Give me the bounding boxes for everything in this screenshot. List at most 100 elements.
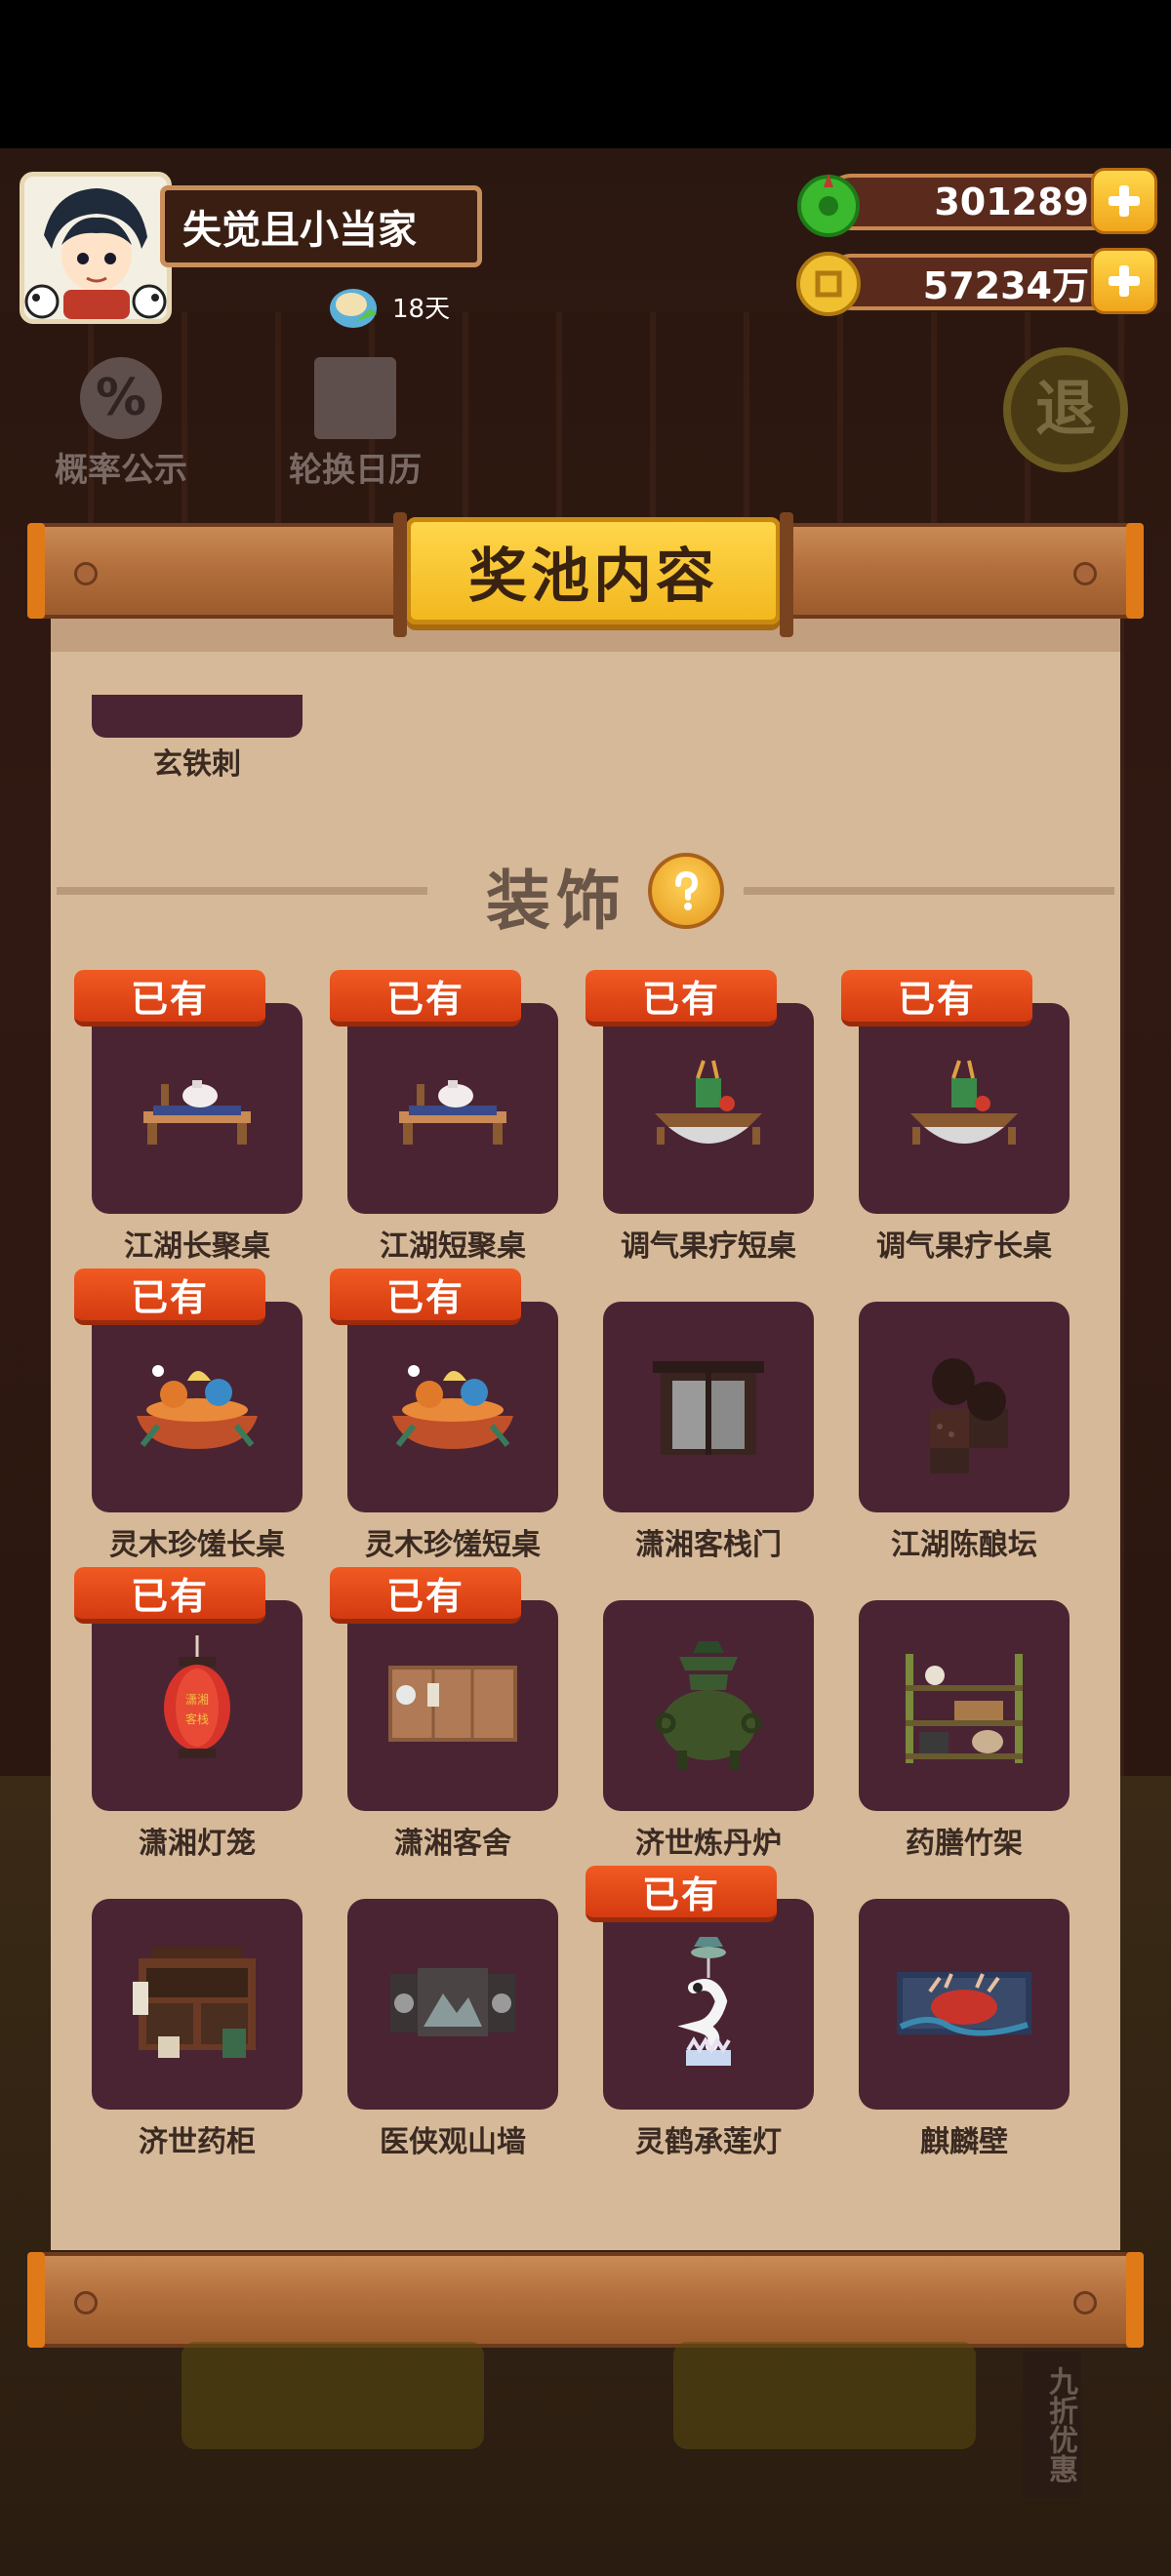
item-card[interactable]: 已有 [603,1302,814,1512]
item-card[interactable]: 已有 [330,1567,558,1811]
owned-badge: 已有 [74,970,265,1026]
item-label: 江湖长聚桌 [124,1229,270,1264]
jade-coin-counter: 301289 [794,168,1157,237]
item-card[interactable]: 已有 [586,970,814,1214]
section-title: 装饰 [486,864,626,939]
decoration-item[interactable]: 已有灵木珍馐长桌 [74,1268,303,1563]
avatar[interactable] [20,172,172,324]
svg-text:潇湘: 潇湘 [185,1692,209,1707]
owned-badge: 已有 [74,1567,265,1624]
discount-label: 九折优惠 [1023,2352,1081,2498]
item-label: 潇湘客栈门 [635,1528,782,1562]
item-label-partial: 玄铁刺 [153,747,241,782]
decoration-item[interactable]: 已有济世药柜 [92,1899,303,2160]
decoration-item[interactable]: 已有药膳竹架 [859,1600,1070,1862]
decoration-item[interactable]: 已有济世炼丹炉 [603,1600,814,1862]
item-card[interactable]: 已有 [347,1899,558,2110]
lantern-icon: 潇湘 客栈 [153,1635,241,1776]
tea-table-icon [134,1063,261,1154]
plus-icon [1109,185,1140,217]
calendar-button: 轮换日历 [277,357,433,491]
item-card[interactable]: 已有 [330,970,558,1214]
single-draw-button-dimmed [182,2342,484,2449]
add-copper-button[interactable] [1091,248,1157,314]
decoration-item[interactable]: 已有江湖长聚桌 [74,970,303,1265]
decoration-section-header: 装饰 [57,845,1114,939]
player-name: 失觉且小当家 [160,185,482,267]
item-card[interactable]: 已有 [859,1302,1070,1512]
decoration-item[interactable]: 已有江湖陈酿坛 [859,1302,1070,1563]
item-label: 麒麟壁 [920,2125,1008,2159]
owned-badge: 已有 [330,1268,521,1325]
decoration-item[interactable]: 已有医侠观山墙 [347,1899,558,2160]
stamina-days: 18天 [392,294,451,324]
owned-badge: 已有 [74,1268,265,1325]
medicine-cabinet-icon [129,1939,265,2070]
item-card[interactable]: 已有 [74,970,303,1214]
wine-jar-icon [901,1337,1028,1477]
copper-coin-value: 57234万 [824,254,1126,310]
item-label: 调气果疗长桌 [876,1229,1052,1264]
item-label: 灵木珍馐短桌 [365,1528,541,1562]
item-card-partial[interactable] [92,695,303,738]
item-label: 灵鹤承莲灯 [635,2125,782,2159]
item-label: 医侠观山墙 [380,2125,526,2159]
fruit-table-icon [645,1053,772,1164]
decoration-item[interactable]: 已有 潇湘客舍 [330,1567,558,1862]
jade-coin-icon [797,174,860,237]
item-card[interactable]: 已有 [603,1600,814,1811]
item-card[interactable]: 已有 [74,1268,303,1512]
stamina-icon [330,289,377,328]
qilin-wall-icon [891,1958,1037,2050]
crane-lotus-lamp-icon [665,1929,752,2079]
plus-icon [1109,265,1140,297]
calendar-label: 轮换日历 [289,451,422,490]
feast-table-icon [129,1351,265,1463]
exit-button: 退 [1003,347,1128,472]
decoration-item[interactable]: 已有调气果疗长桌 [841,970,1070,1265]
tea-table-icon [389,1063,516,1154]
ten-draw-button-dimmed [673,2342,976,2449]
divider [744,887,1114,895]
owned-badge: 已有 [330,1567,521,1624]
decoration-item[interactable]: 已有调气果疗短桌 [586,970,814,1265]
item-card[interactable]: 已有 [859,1600,1070,1811]
inn-door-icon [645,1351,772,1463]
copper-coin-counter: 57234万 [794,248,1157,316]
item-label: 江湖陈酿坛 [891,1528,1037,1562]
copper-coin-icon [796,252,861,316]
item-card[interactable]: 已有潇湘客栈 [74,1567,303,1811]
item-card[interactable]: 已有 [330,1268,558,1512]
decoration-item[interactable]: 已有麒麟壁 [859,1899,1070,2160]
fruit-table-icon [901,1053,1028,1164]
item-label: 调气果疗短桌 [621,1229,796,1264]
svg-text:客栈: 客栈 [185,1711,209,1726]
item-card[interactable]: 已有 [859,1899,1070,2110]
item-label: 灵木珍馐长桌 [109,1528,285,1562]
stamina-indicator: 18天 [326,279,450,334]
help-button[interactable] [648,853,724,929]
decoration-item[interactable]: 已有灵木珍馐短桌 [330,1268,558,1563]
mountain-wall-icon [384,1958,521,2050]
item-label: 江湖短聚桌 [380,1229,526,1264]
decoration-item[interactable]: 已有潇湘客栈门 [603,1302,814,1563]
owned-badge: 已有 [586,1866,777,1922]
decoration-item[interactable]: 已有江湖短聚桌 [330,970,558,1265]
decoration-item[interactable]: 已有潇湘客栈潇湘灯笼 [74,1567,303,1862]
percent-icon: % [80,357,162,439]
feast-table-icon [384,1351,521,1463]
calendar-icon [314,357,396,439]
decoration-item[interactable]: 已有灵鹤承莲灯 [586,1866,814,2160]
owned-badge: 已有 [586,970,777,1026]
item-label: 潇湘灯笼 [139,1827,256,1861]
item-card[interactable]: 已有 [841,970,1070,1214]
owned-badge: 已有 [841,970,1032,1026]
question-icon [675,870,699,910]
item-card[interactable]: 已有 [586,1866,814,2110]
probability-label: 概率公示 [55,451,187,490]
guest-room-icon [384,1660,521,1751]
item-card[interactable]: 已有 [92,1899,303,2110]
panel-bottom-board [27,2252,1144,2348]
add-jade-button[interactable] [1091,168,1157,234]
item-label: 济世药柜 [139,2125,256,2159]
